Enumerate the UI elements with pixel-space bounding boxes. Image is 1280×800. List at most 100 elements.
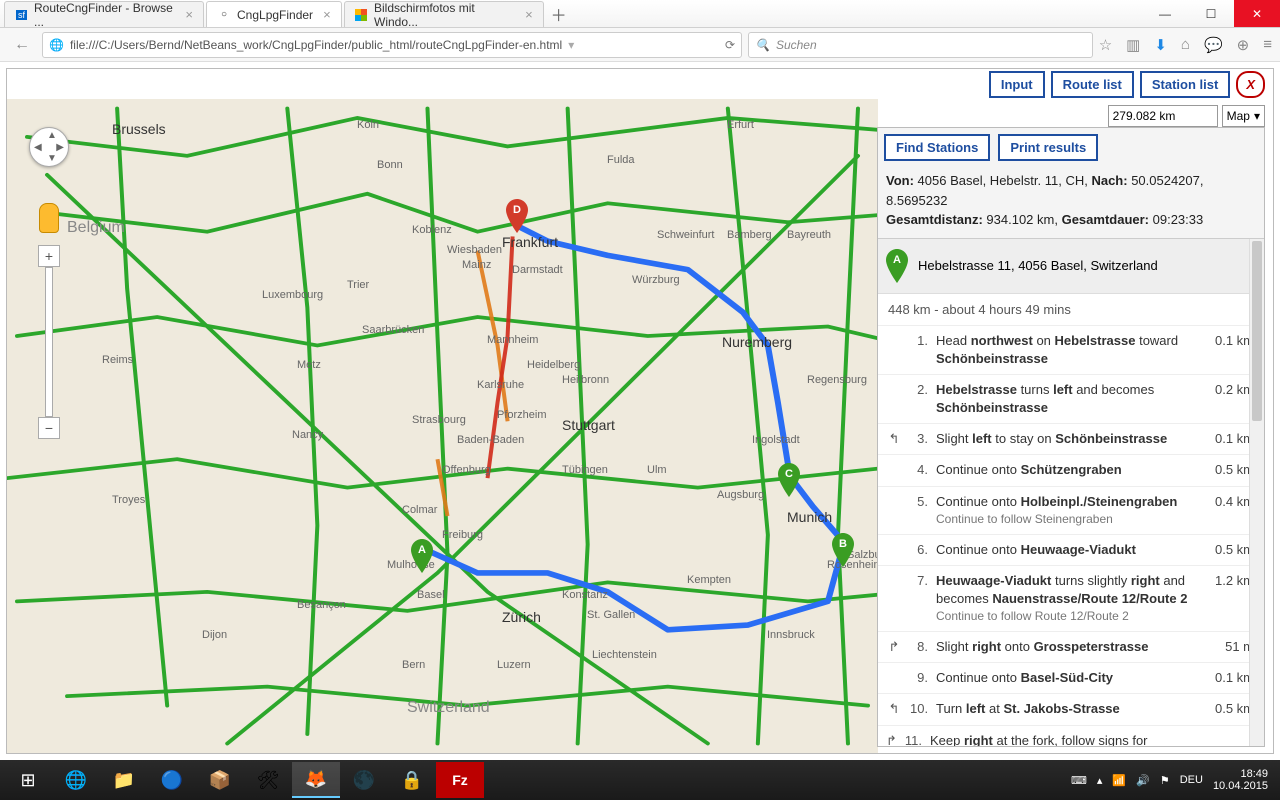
bookmark-star-icon[interactable]: ☆	[1099, 36, 1112, 54]
pan-right-icon[interactable]: ▶	[56, 142, 64, 153]
map-city-label: Augsburg	[717, 489, 764, 501]
direction-step[interactable]: ↰3.Slight left to stay on Schönbeinstras…	[878, 424, 1262, 455]
tab-close-icon[interactable]: ×	[525, 7, 533, 22]
station-list-button[interactable]: Station list	[1140, 71, 1230, 98]
pan-down-icon[interactable]: ▼	[47, 153, 57, 164]
step-number: 10.	[910, 700, 928, 718]
chat-icon[interactable]: 💬	[1204, 36, 1223, 54]
direction-step[interactable]: 5.Continue onto Holbeinpl./Steinengraben…	[878, 487, 1262, 535]
print-results-button[interactable]: Print results	[998, 134, 1098, 161]
browser-tab[interactable]: Bildschirmfotos mit Windo...×	[344, 1, 544, 27]
pan-left-icon[interactable]: ◀	[34, 142, 42, 153]
new-tab-button[interactable]: ＋	[546, 0, 572, 27]
map-city-label: Würzburg	[632, 274, 680, 286]
zoom-out-button[interactable]: −	[38, 417, 60, 439]
tray-chevron-icon[interactable]: ▴	[1097, 774, 1103, 787]
maximize-button[interactable]: ☐	[1188, 0, 1234, 27]
close-window-button[interactable]: ✕	[1234, 0, 1280, 27]
direction-step[interactable]: 9.Continue onto Basel-Süd-City0.1 km	[878, 663, 1262, 694]
map-city-label: Regensburg	[807, 374, 867, 386]
map-city-label: Karlsruhe	[477, 379, 524, 391]
map-controls: ▲ ▼ ◀ ▶ + −	[29, 127, 69, 439]
browser-tab[interactable]: sfRouteCngFinder - Browse ...×	[4, 1, 204, 27]
zoom-slider[interactable]	[45, 267, 53, 417]
from-value: 4056 Basel, Hebelstr. 11, CH,	[914, 173, 1092, 188]
taskbar-ie-icon[interactable]: 🌐	[52, 762, 100, 798]
system-tray: ⌨ ▴ 📶 🔊 ⚑ DEU 18:49 10.04.2015	[1071, 768, 1276, 792]
maneuver-icon: ↰	[886, 430, 902, 448]
tab-title: CngLpgFinder	[237, 8, 313, 22]
direction-step[interactable]: 2.Hebelstrasse turns left and becomes Sc…	[878, 375, 1262, 424]
tab-title: RouteCngFinder - Browse ...	[34, 1, 175, 29]
taskbar-lock-icon[interactable]: 🔒	[388, 762, 436, 798]
input-button[interactable]: Input	[989, 71, 1045, 98]
taskbar-virtualbox-icon[interactable]: 📦	[196, 762, 244, 798]
distance-field[interactable]	[1108, 105, 1218, 127]
direction-step[interactable]: 4.Continue onto Schützengraben0.5 km	[878, 455, 1262, 486]
taskbar-eclipse-icon[interactable]: 🌑	[340, 762, 388, 798]
reading-list-icon[interactable]: ▥	[1126, 36, 1140, 54]
home-icon[interactable]: ⌂	[1181, 36, 1190, 53]
reload-icon[interactable]: ⟳	[725, 38, 735, 52]
search-placeholder: Suchen	[776, 38, 817, 52]
tray-time: 18:49	[1213, 768, 1268, 780]
map-marker-d[interactable]: D	[506, 199, 528, 233]
minimize-button[interactable]: —	[1142, 0, 1188, 27]
map-marker-a[interactable]: A	[411, 539, 433, 573]
panel-scrollbar[interactable]	[1249, 239, 1264, 747]
map-canvas[interactable]: ▲ ▼ ◀ ▶ + − ABCDBelgiumSwitzerlandBrusse…	[7, 99, 878, 753]
downloads-icon[interactable]: ⬇	[1154, 36, 1167, 54]
direction-step[interactable]: ↰10.Turn left at St. Jakobs-Strasse0.5 k…	[878, 694, 1262, 725]
tray-volume-icon[interactable]: 🔊	[1136, 774, 1150, 787]
map-type-selector[interactable]: Map ▾	[1222, 105, 1265, 127]
menu-icon[interactable]: ≡	[1263, 36, 1272, 53]
taskbar-firefox-icon[interactable]: 🦊	[292, 762, 340, 798]
find-stations-button[interactable]: Find Stations	[884, 134, 990, 161]
route-summary: Von: 4056 Basel, Hebelstr. 11, CH, Nach:…	[878, 167, 1264, 239]
taskbar-filezilla-icon[interactable]: Fz	[436, 762, 484, 798]
tray-network-icon[interactable]: 📶	[1112, 774, 1126, 787]
close-panel-button[interactable]: X	[1236, 71, 1265, 98]
taskbar-explorer-icon[interactable]: 📁	[100, 762, 148, 798]
map-city-label: Heilbronn	[562, 374, 609, 386]
zoom-in-button[interactable]: +	[38, 245, 60, 267]
route-list-button[interactable]: Route list	[1051, 71, 1134, 98]
direction-step[interactable]: ↱11.Keep right at the fork, follow signs…	[878, 726, 1262, 746]
start-button[interactable]: ⊞	[4, 762, 52, 798]
tab-close-icon[interactable]: ×	[323, 7, 331, 22]
map-city-label: Saarbrücken	[362, 324, 424, 336]
addons-icon[interactable]: ⊕	[1237, 36, 1250, 54]
route-origin[interactable]: A Hebelstrasse 11, 4056 Basel, Switzerla…	[878, 239, 1262, 294]
direction-step[interactable]: ↱8.Slight right onto Grosspeterstrasse51…	[878, 632, 1262, 663]
scrollbar-thumb[interactable]	[1252, 241, 1262, 421]
browser-tab[interactable]: ○CngLpgFinder×	[206, 1, 342, 27]
direction-step[interactable]: 6.Continue onto Heuwaage-Viadukt0.5 km	[878, 535, 1262, 566]
map-marker-b[interactable]: B	[832, 533, 854, 567]
step-number: 6.	[910, 541, 928, 559]
step-instruction: Continue onto Holbeinpl./SteinengrabenCo…	[936, 493, 1194, 528]
taskbar-tool-icon[interactable]: 🛠	[244, 762, 292, 798]
taskbar-chrome-icon[interactable]: 🔵	[148, 762, 196, 798]
map-city-label: Trier	[347, 279, 369, 291]
step-instruction: Hebelstrasse turns left and becomes Schö…	[936, 381, 1194, 417]
direction-step[interactable]: 7.Heuwaage-Viadukt turns slightly right …	[878, 566, 1262, 632]
pan-up-icon[interactable]: ▲	[47, 130, 57, 141]
map-marker-c[interactable]: C	[778, 463, 800, 497]
tray-flag-icon[interactable]: ⚑	[1160, 774, 1170, 787]
tray-date: 10.04.2015	[1213, 780, 1268, 792]
directions-scroll[interactable]: A Hebelstrasse 11, 4056 Basel, Switzerla…	[878, 239, 1264, 747]
tray-language[interactable]: DEU	[1180, 774, 1203, 786]
reader-dropdown-icon[interactable]: ▾	[568, 38, 574, 52]
streetview-pegman-icon[interactable]	[39, 203, 59, 233]
url-field[interactable]: 🌐 file:///C:/Users/Bernd/NetBeans_work/C…	[42, 32, 742, 58]
search-field[interactable]: 🔍 Suchen	[748, 32, 1093, 58]
tray-clock[interactable]: 18:49 10.04.2015	[1213, 768, 1268, 792]
map-city-label: Dijon	[202, 629, 227, 641]
direction-step[interactable]: 1.Head northwest on Hebelstrasse toward …	[878, 326, 1262, 375]
tray-keyboard-icon[interactable]: ⌨	[1071, 774, 1087, 787]
tab-close-icon[interactable]: ×	[185, 7, 193, 22]
map-city-label: Pforzheim	[497, 409, 547, 421]
pan-control[interactable]: ▲ ▼ ◀ ▶	[29, 127, 69, 167]
back-button[interactable]: ←	[8, 31, 36, 59]
map-type-label: Map	[1227, 109, 1250, 123]
